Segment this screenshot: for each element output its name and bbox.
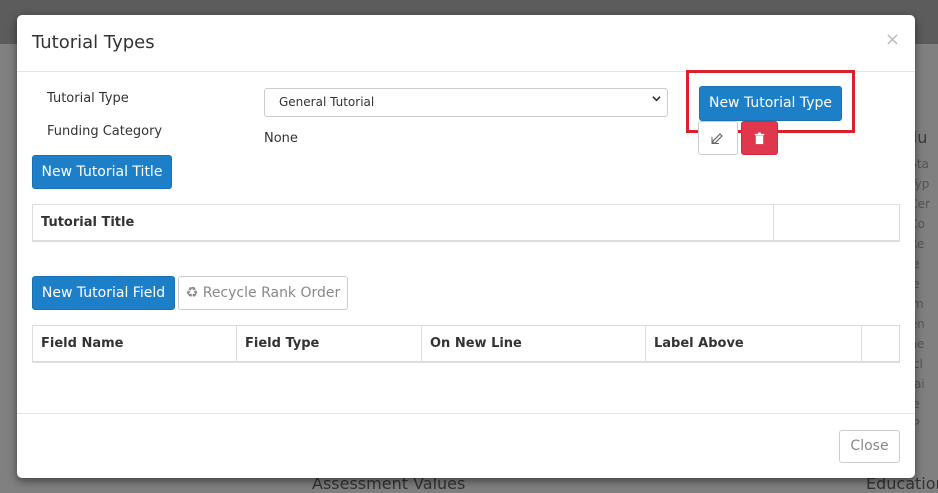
close-icon[interactable]: × <box>885 29 900 50</box>
tutorial-type-select[interactable]: General Tutorial <box>264 88 668 117</box>
trash-icon <box>754 132 765 145</box>
column-header-actions <box>861 325 900 362</box>
recycle-rank-order-label: Recycle Rank Order <box>202 285 341 301</box>
recycle-rank-order-button[interactable]: ♻ Recycle Rank Order <box>178 276 348 310</box>
table-header-row: Tutorial Title <box>32 204 900 241</box>
table-header-row: Field Name Field Type On New Line Label … <box>32 325 900 362</box>
column-header-tutorial-title[interactable]: Tutorial Title <box>32 204 774 241</box>
column-header-field-name[interactable]: Field Name <box>32 325 237 362</box>
close-button[interactable]: Close <box>839 430 900 463</box>
column-header-label-above[interactable]: Label Above <box>645 325 862 362</box>
new-tutorial-title-button[interactable]: New Tutorial Title <box>32 155 172 189</box>
new-tutorial-field-button[interactable]: New Tutorial Field <box>32 276 175 310</box>
delete-button[interactable] <box>741 121 778 155</box>
modal-title: Tutorial Types <box>32 32 155 53</box>
tutorial-titles-table: Tutorial Title <box>32 204 900 242</box>
edit-icon <box>711 133 723 144</box>
edit-button[interactable] <box>698 121 738 155</box>
modal-footer: Close <box>17 413 915 478</box>
chevron-down-icon <box>652 96 661 102</box>
column-header-field-type[interactable]: Field Type <box>236 325 422 362</box>
tutorial-type-label: Tutorial Type <box>47 91 129 106</box>
recycle-icon: ♻ <box>185 285 199 301</box>
funding-category-label: Funding Category <box>47 124 163 139</box>
column-header-actions <box>773 204 900 241</box>
tutorial-types-modal: Tutorial Types × Tutorial Type Funding C… <box>17 15 915 478</box>
tutorial-type-selected-value: General Tutorial <box>279 95 375 109</box>
funding-category-value: None <box>264 131 298 146</box>
tutorial-fields-table: Field Name Field Type On New Line Label … <box>32 325 900 363</box>
modal-header: Tutorial Types × <box>17 15 915 72</box>
column-header-on-new-line[interactable]: On New Line <box>421 325 646 362</box>
